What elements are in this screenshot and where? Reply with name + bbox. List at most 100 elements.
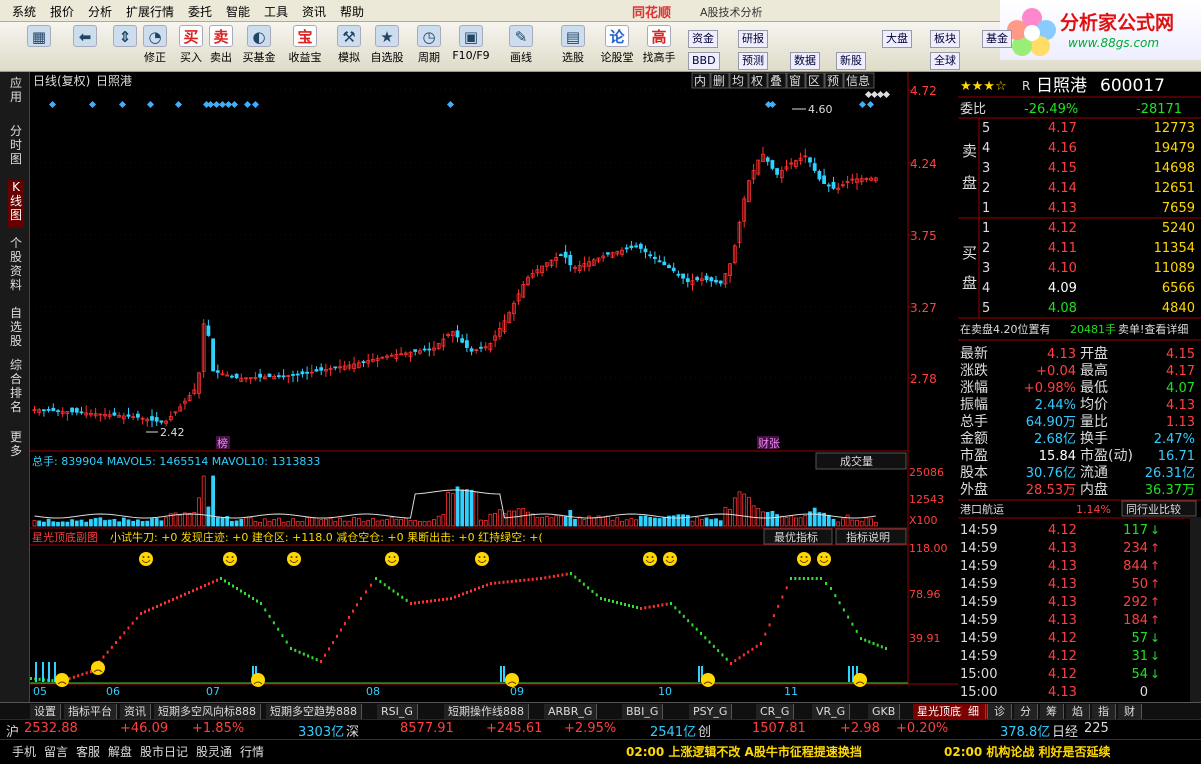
indicator-tab-9[interactable]: PSY_G xyxy=(689,704,733,719)
menu-item-4[interactable]: 委托 xyxy=(188,3,212,20)
stat-label: 内盘 xyxy=(1080,481,1108,498)
ask-price[interactable]: 4.17 xyxy=(1048,121,1077,136)
news-ticker-2[interactable]: 02:00 机构论战 利好是否延续 xyxy=(944,743,1111,760)
stat-value: 16.71 xyxy=(1158,449,1195,464)
small-btn-2[interactable]: BBD xyxy=(688,52,720,70)
bid-price[interactable]: 4.08 xyxy=(1048,301,1077,316)
ask-level: 4 xyxy=(982,141,990,156)
toolbar-btn-10[interactable]: ◷ 周期 xyxy=(414,25,444,65)
indicator-dash xyxy=(281,634,284,638)
right-tab-6[interactable]: 财 xyxy=(1118,704,1142,719)
leftnav-item-5[interactable]: 综合排名 xyxy=(8,358,24,422)
right-tab-0[interactable]: 细 xyxy=(962,704,986,719)
indicator-tab-11[interactable]: VR_G xyxy=(812,704,851,719)
indicator-tab-2[interactable]: 资讯 xyxy=(120,704,151,719)
leftnav-item-6[interactable]: 更多 xyxy=(8,430,24,470)
indicator-tab-5[interactable]: RSI_G xyxy=(377,704,418,719)
leftnav-item-3[interactable]: 个股资料 xyxy=(8,236,24,300)
menu-item-2[interactable]: 分析 xyxy=(88,3,112,20)
candle-body xyxy=(676,273,681,276)
indicator-tab-3[interactable]: 短期多空风向标888 xyxy=(154,704,261,719)
toolbar-15-icon: 高 xyxy=(647,25,671,47)
leftnav-item-0[interactable]: 应用 xyxy=(8,76,24,116)
toolbar-btn-1[interactable]: ⬅ xyxy=(70,25,100,49)
small-btn-6[interactable]: 大盘 xyxy=(882,30,912,48)
ask-price[interactable]: 4.13 xyxy=(1048,201,1077,216)
tick-scrollbar[interactable] xyxy=(1190,518,1201,702)
toolbar-btn-14[interactable]: 论论股堂 xyxy=(601,25,634,65)
chart-area[interactable]: 日线(复权) 日照港 内删均权叠窗区预信息 4.72 4.24 3.75 3.27 2.78 4… xyxy=(30,72,958,702)
menu-item-6[interactable]: 工具 xyxy=(264,3,288,20)
menu-item-7[interactable]: 资讯 xyxy=(302,3,326,20)
toolbar-btn-11[interactable]: ▣ F10/F9 xyxy=(452,25,490,62)
small-btn-4[interactable]: 数据 xyxy=(790,52,820,70)
toolbar-btn-8[interactable]: ⚒ 模拟 xyxy=(334,25,364,65)
chart-period-label: 日线(复权) xyxy=(33,74,90,88)
indicator-tab-7[interactable]: ARBR_G xyxy=(544,704,598,719)
small-btn-9[interactable]: 基金 xyxy=(982,30,1012,48)
ask-price[interactable]: 4.16 xyxy=(1048,141,1077,156)
right-tab-5[interactable]: 指 xyxy=(1092,704,1116,719)
menu-item-5[interactable]: 智能 xyxy=(226,3,250,20)
toolbar-btn-5[interactable]: 卖卖出 xyxy=(206,25,236,65)
indicator-tab-0[interactable]: 设置 xyxy=(30,704,61,719)
status2-item-3[interactable]: 解盘 xyxy=(108,743,132,760)
toolbar-btn-9[interactable]: ★ 自选股 xyxy=(371,25,404,65)
status2-item-0[interactable]: 手机 xyxy=(12,743,36,760)
toolbar-btn-7[interactable]: 宝收益宝 xyxy=(289,25,322,65)
indicator-tab-4[interactable]: 短期多空趋势888 xyxy=(266,704,362,719)
right-tab-1[interactable]: 诊 xyxy=(988,704,1012,719)
menu-item-1[interactable]: 报价 xyxy=(50,3,74,20)
stat-value: 36.37万 xyxy=(1145,483,1195,498)
candle-body xyxy=(831,181,836,189)
toolbar-btn-15[interactable]: 高找高手 xyxy=(643,25,676,65)
menu-item-0[interactable]: 系统 xyxy=(12,3,36,20)
indicator-tab-10[interactable]: CR_G xyxy=(756,704,795,719)
leftnav-item-4[interactable]: 自选股 xyxy=(8,306,24,350)
menu-item-8[interactable]: 帮助 xyxy=(340,3,364,20)
small-btn-3[interactable]: 预测 xyxy=(738,52,768,70)
right-tab-2[interactable]: 分 xyxy=(1014,704,1038,719)
small-btn-0[interactable]: 资金 xyxy=(688,30,718,48)
status2-item-4[interactable]: 股市日记 xyxy=(140,743,188,760)
bid-price[interactable]: 4.11 xyxy=(1048,241,1077,256)
status2-item-2[interactable]: 客服 xyxy=(76,743,100,760)
ask-price[interactable]: 4.14 xyxy=(1048,181,1077,196)
leftnav-item-1[interactable]: 分时图 xyxy=(8,124,24,172)
bid-price[interactable]: 4.09 xyxy=(1048,281,1077,296)
news-ticker-1[interactable]: 02:00 上涨逻辑不改 A股牛市征程提速换挡 xyxy=(626,743,862,760)
kline-chart[interactable]: 日线(复权) 日照港 内删均权叠窗区预信息 4.72 4.24 3.75 3.27 2.78 4… xyxy=(30,72,958,702)
industry-pct: 1.14% xyxy=(1076,503,1111,516)
menu-item-3[interactable]: 扩展行情 xyxy=(126,3,174,20)
volume-bar xyxy=(56,521,60,527)
small-btn-8[interactable]: 全球 xyxy=(930,52,960,70)
right-tab-3[interactable]: 筹 xyxy=(1040,704,1064,719)
small-btn-5[interactable]: 新股 xyxy=(836,52,866,70)
small-btn-1[interactable]: 研报 xyxy=(738,30,768,48)
leftnav-item-2[interactable]: K线图 xyxy=(8,180,24,228)
toolbar-btn-13[interactable]: ▤ 选股 xyxy=(558,25,588,65)
status2-item-6[interactable]: 行情 xyxy=(240,743,264,760)
bid-price[interactable]: 4.10 xyxy=(1048,261,1077,276)
toolbar-btn-2[interactable]: ⇕ xyxy=(110,25,140,49)
tick-time: 14:59 xyxy=(960,541,997,556)
status2-item-5[interactable]: 股灵通 xyxy=(196,743,232,760)
toolbar-btn-0[interactable]: ▦ xyxy=(24,25,54,49)
toolbar-btn-3[interactable]: ◔ 修正 xyxy=(140,25,170,65)
ask-level: 1 xyxy=(982,201,990,216)
indicator-tab-12[interactable]: GKB xyxy=(868,704,901,719)
indicator-tab-8[interactable]: BBI_G xyxy=(622,704,664,719)
right-tab-4[interactable]: 焰 xyxy=(1066,704,1090,719)
indicator-tab-1[interactable]: 指标平台 xyxy=(64,704,117,719)
small-btn-7[interactable]: 板块 xyxy=(930,30,960,48)
indicator-dash xyxy=(131,621,134,625)
ask-price[interactable]: 4.15 xyxy=(1048,161,1077,176)
toolbar-btn-6[interactable]: ◐ 买基金 xyxy=(243,25,276,65)
volume-tick: 12543 xyxy=(909,493,944,506)
toolbar-btn-12[interactable]: ✎ 画线 xyxy=(506,25,536,65)
industry-name[interactable]: 港口航运 xyxy=(960,502,1004,516)
status2-item-1[interactable]: 留言 xyxy=(44,743,68,760)
bid-price[interactable]: 4.12 xyxy=(1048,221,1077,236)
indicator-tab-6[interactable]: 短期操作线888 xyxy=(444,704,529,719)
order-notice-link[interactable]: 卖单!查看详细 xyxy=(1118,322,1188,336)
